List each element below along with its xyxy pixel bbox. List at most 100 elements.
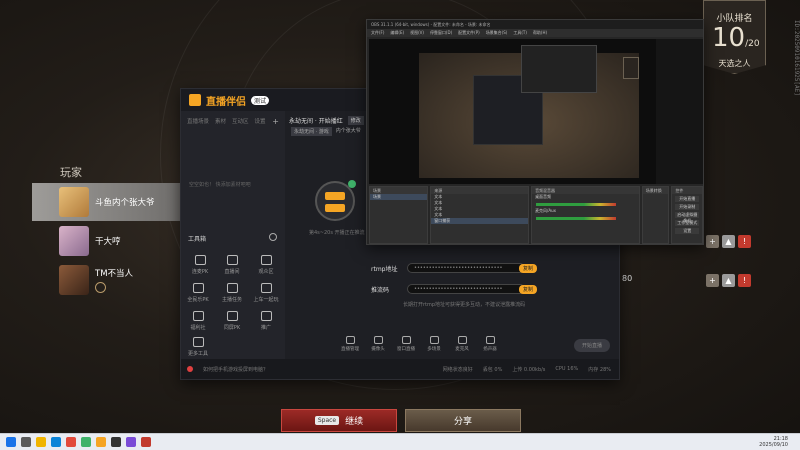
tab-materials[interactable]: 素材 [215, 117, 226, 126]
speaker-button[interactable]: 扬声器 [481, 336, 499, 352]
tool-live-room[interactable]: 直播间 [219, 255, 245, 275]
multi-scene-button[interactable]: 多场景 [425, 336, 443, 352]
copy-key-button[interactable]: 复制 [519, 284, 538, 294]
toolbar-label: 麦克风 [455, 347, 469, 352]
window-capture-button[interactable]: 窗口直播 [397, 336, 415, 352]
add-source-icon[interactable]: + [272, 117, 279, 126]
team-rank-badge: 小队排名 10/20 天选之人 [703, 0, 766, 74]
menu-scene-collection[interactable]: 场景集合(S) [486, 29, 508, 37]
tool-promote[interactable]: 推广 [253, 311, 279, 331]
tool-ride-together[interactable]: 上车一起玩 [253, 283, 279, 303]
tool-welfare[interactable]: 福利社 [185, 311, 211, 331]
explorer-icon[interactable] [36, 437, 46, 447]
search-icon[interactable] [21, 437, 31, 447]
menu-file[interactable]: 文件(F) [371, 29, 384, 37]
rank-total: /20 [745, 39, 760, 49]
start-live-button[interactable]: 开始直播 [574, 339, 611, 352]
menu-edit[interactable]: 编辑(E) [390, 29, 404, 37]
player-avatar [59, 226, 89, 256]
menu-tools[interactable]: 工具(T) [513, 29, 527, 37]
player-name: 斗鱼内个张大爷 [95, 198, 155, 208]
tool-host-task[interactable]: 主播任务 [219, 283, 245, 303]
add-friend-icon[interactable]: + [706, 274, 719, 287]
track-name: 桌面音频 [535, 194, 552, 199]
tool-icon [226, 311, 238, 321]
tool-quanmin-pk[interactable]: 全民乐PK [185, 283, 211, 303]
obs-preview-margin [656, 39, 703, 184]
status-help-link[interactable]: 如何把手机游戏投屏到电脑？ [203, 366, 268, 373]
app-icon[interactable] [81, 437, 91, 447]
tool-icon [260, 311, 272, 321]
player-row[interactable]: 斗鱼内个张大爷 [32, 183, 192, 221]
tool-lianmai-pk[interactable]: 连麦PK [187, 255, 213, 275]
sources-heading: 来源 [431, 187, 529, 194]
edit-title-button[interactable]: 修改 [347, 116, 364, 125]
stream-key-field[interactable]: •••••••••••••••••••••••••••••• [407, 284, 525, 294]
players-heading: 玩家 [60, 166, 82, 179]
status-metric: CPU 16% [555, 365, 579, 372]
toolbox-settings-icon[interactable] [269, 233, 277, 241]
category-chip[interactable]: 永劫无间 · 游戏 [291, 127, 332, 136]
start-streaming-button[interactable]: 开始直播 [675, 196, 700, 202]
tab-interaction[interactable]: 互动区 [232, 117, 249, 126]
menu-docks[interactable]: 停靠窗口(D) [430, 29, 452, 37]
player-row[interactable]: 干大哼 [32, 222, 192, 260]
streaming-app-icon[interactable] [96, 437, 106, 447]
system-clock[interactable]: 21:18 2025/09/10 [759, 436, 788, 448]
camera-button[interactable]: 摄像头 [369, 336, 387, 352]
copy-rtmp-button[interactable]: 复制 [519, 263, 538, 273]
player-row[interactable]: TM不当人 [32, 262, 192, 298]
rtmp-field[interactable]: •••••••••••••••••••••••••••••• [407, 263, 525, 273]
app-icon[interactable] [126, 437, 136, 447]
app-icon[interactable] [66, 437, 76, 447]
track-name: 麦克风/Aux [535, 208, 557, 213]
start-recording-button[interactable]: 开始录制 [675, 204, 700, 210]
status-metric: 内存 28% [588, 366, 611, 373]
report-icon[interactable]: ! [738, 274, 751, 287]
tool-icon [260, 283, 272, 293]
rank-number: 10/20 [704, 25, 765, 56]
tool-same-screen-pk[interactable]: 同屏PK [219, 311, 245, 331]
player-score: 80 [622, 274, 633, 283]
tab-scenes[interactable]: 直播场景 [187, 117, 209, 126]
tool-audience[interactable]: 观众区 [253, 255, 279, 275]
tool-icon [192, 337, 204, 347]
helper-statusbar: 如何把手机游戏投屏到电脑？ 网络状态良好 丢包 0% 上传 0.00kb/s C… [181, 359, 619, 379]
share-button[interactable]: 分享 [405, 409, 521, 432]
tool-label: 福利社 [190, 325, 206, 331]
virtual-camera-button[interactable]: 启动虚拟摄像机 [675, 212, 700, 223]
like-icon[interactable]: ▲ [722, 235, 735, 248]
warning-icon [187, 366, 193, 372]
audio-meter [536, 217, 617, 220]
start-icon[interactable] [6, 437, 16, 447]
player-avatar [59, 187, 89, 217]
studio-mode-button[interactable]: 工作室模式 [675, 220, 700, 226]
settings-button[interactable]: 设置 [675, 228, 700, 234]
mixer-dock: 音频混音器 桌面音频 麦克风/Aux [531, 186, 640, 244]
add-friend-icon[interactable]: + [706, 235, 719, 248]
helper-sidebar: 直播场景 素材 互动区 设置 + 空空如也！ 快添加素材吧吧 工具箱 连麦PK … [181, 111, 285, 361]
menu-help[interactable]: 帮助(H) [533, 29, 547, 37]
report-icon[interactable]: ! [738, 235, 751, 248]
menu-view[interactable]: 视图(V) [410, 29, 424, 37]
tab-settings[interactable]: 设置 [255, 117, 266, 126]
obs-app-icon[interactable] [111, 437, 121, 447]
menu-profile[interactable]: 配置文件(P) [458, 29, 480, 37]
preview-hint: 第4s~20s 开播正在推流 [309, 230, 365, 236]
like-icon[interactable]: ▲ [722, 274, 735, 287]
tool-more[interactable]: 更多工具 [185, 337, 211, 357]
source-item[interactable]: 窗口捕获 [431, 218, 529, 224]
edge-icon[interactable] [51, 437, 61, 447]
stream-notice: 长期打开rtmp地址可获得更多互动，不建议泄露推流码 [403, 302, 526, 308]
continue-button[interactable]: Space 继续 [281, 409, 397, 432]
obs-preview[interactable] [369, 39, 656, 184]
live-manage-button[interactable]: 直播管理 [341, 336, 359, 352]
tool-icon [226, 283, 238, 293]
match-id: ID:20250910161925[AE] [793, 20, 800, 96]
microphone-button[interactable]: 麦克风 [453, 336, 471, 352]
game-app-icon[interactable] [141, 437, 151, 447]
tool-label: 直播间 [224, 269, 240, 275]
monitor-icon [345, 336, 355, 344]
preview-placeholder [315, 180, 356, 221]
scene-item[interactable]: 场景 [370, 194, 428, 200]
